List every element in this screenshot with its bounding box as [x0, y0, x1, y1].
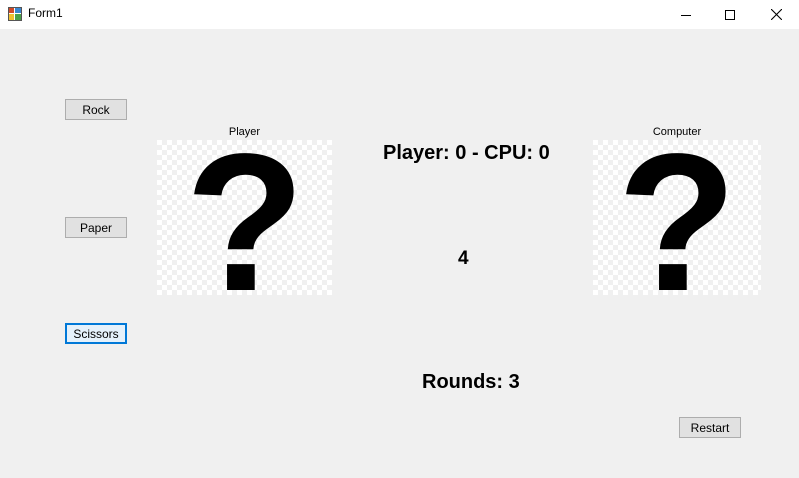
minimize-icon: [681, 10, 691, 20]
title-bar[interactable]: Form1: [0, 0, 799, 29]
close-button[interactable]: [753, 0, 799, 29]
window-title: Form1: [28, 6, 63, 20]
minimize-button[interactable]: [663, 0, 709, 29]
maximize-icon: [725, 9, 735, 20]
app-icon: [8, 7, 22, 21]
rock-button[interactable]: Rock: [65, 99, 127, 120]
question-mark-icon: ?: [617, 140, 737, 295]
restart-button[interactable]: Restart: [679, 417, 741, 438]
computer-picture: ?: [593, 140, 761, 295]
countdown-label: 4: [458, 248, 469, 269]
player-label: Player: [228, 126, 261, 138]
score-label: Player: 0 - CPU: 0: [383, 142, 550, 164]
main-window: Form1 Rock Paper Scissors Player ? Compu…: [0, 0, 799, 478]
svg-text:?: ?: [617, 140, 737, 295]
rounds-label: Rounds: 3: [422, 371, 520, 393]
close-icon: [770, 9, 782, 20]
computer-label: Computer: [652, 126, 702, 138]
svg-text:?: ?: [185, 140, 305, 295]
question-mark-icon: ?: [185, 140, 305, 295]
paper-button[interactable]: Paper: [65, 217, 127, 238]
player-picture: ?: [157, 140, 332, 295]
maximize-button[interactable]: [707, 0, 753, 29]
scissors-button[interactable]: Scissors: [65, 323, 127, 344]
